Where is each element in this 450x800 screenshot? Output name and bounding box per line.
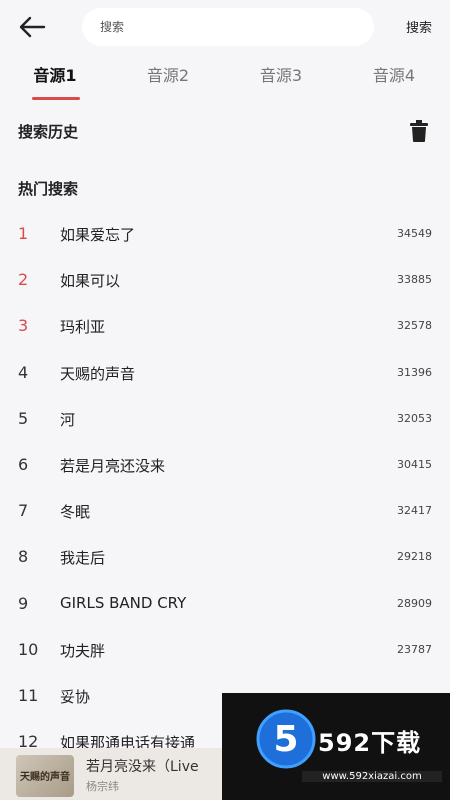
hot-search-list: 1 如果爱忘了 34549 2 如果可以 33885 3 玛利亚 32578 4… bbox=[0, 212, 450, 766]
watermark-title: 592下载 bbox=[318, 729, 422, 757]
rank-number: 6 bbox=[18, 454, 29, 474]
search-count: 30415 bbox=[397, 457, 432, 471]
tab-source-4[interactable]: 音源4 bbox=[349, 64, 439, 88]
search-count: 28909 bbox=[397, 596, 432, 610]
list-item[interactable]: 7 冬眠 32417 bbox=[0, 489, 450, 535]
list-item[interactable]: 6 若是月亮还没来 30415 bbox=[0, 443, 450, 489]
hot-search-title: 热门搜索 bbox=[18, 180, 79, 198]
search-count: 32417 bbox=[397, 504, 432, 518]
song-title: 如果可以 bbox=[60, 272, 121, 291]
source-tabs: 音源1 音源2 音源3 音源4 bbox=[0, 64, 450, 104]
tab-source-1[interactable]: 音源1 bbox=[10, 64, 100, 88]
list-item[interactable]: 9 GIRLS BAND CRY 28909 bbox=[0, 582, 450, 628]
list-item[interactable]: 1 如果爱忘了 34549 bbox=[0, 212, 450, 258]
list-item[interactable]: 4 天赐的声音 31396 bbox=[0, 351, 450, 397]
tab-source-2[interactable]: 音源2 bbox=[123, 64, 213, 88]
song-title: 功夫胖 bbox=[60, 641, 106, 660]
search-box[interactable] bbox=[82, 8, 374, 46]
search-history-title: 搜索历史 bbox=[18, 123, 79, 141]
search-count: 23787 bbox=[397, 642, 432, 656]
search-count: 33885 bbox=[397, 273, 432, 287]
search-count: 29218 bbox=[397, 550, 432, 564]
search-count: 34549 bbox=[397, 227, 432, 240]
now-playing-title: 若月亮没来（Live bbox=[86, 759, 199, 775]
list-item[interactable]: 2 如果可以 33885 bbox=[0, 258, 450, 304]
watermark-url: www.592xiazai.com bbox=[302, 771, 442, 782]
song-title: 我走后 bbox=[60, 549, 106, 568]
search-count: 31396 bbox=[397, 365, 432, 379]
album-cover-text: 天赐的声音 bbox=[20, 772, 70, 783]
list-item[interactable]: 10 功夫胖 23787 bbox=[0, 628, 450, 674]
top-bar: 搜索 bbox=[0, 0, 450, 56]
rank-number: 11 bbox=[18, 685, 39, 705]
list-item[interactable]: 3 玛利亚 32578 bbox=[0, 304, 450, 350]
search-count: 32578 bbox=[397, 319, 432, 333]
watermark-logo-icon: 5 bbox=[256, 709, 316, 769]
song-title: 天赐的声音 bbox=[60, 364, 136, 383]
rank-number: 3 bbox=[18, 316, 29, 336]
song-title: 河 bbox=[60, 410, 76, 429]
svg-text:5: 5 bbox=[273, 719, 298, 760]
rank-number: 8 bbox=[18, 547, 29, 567]
search-button[interactable]: 搜索 bbox=[406, 17, 432, 36]
now-playing-artist: 杨宗纬 bbox=[86, 780, 119, 793]
rank-number: 2 bbox=[18, 270, 29, 290]
active-tab-indicator bbox=[32, 97, 80, 100]
site-watermark: 5 592下载 www.592xiazai.com bbox=[222, 693, 450, 800]
list-item[interactable]: 5 河 32053 bbox=[0, 397, 450, 443]
back-arrow-icon[interactable] bbox=[18, 14, 46, 40]
song-title: 玛利亚 bbox=[60, 318, 106, 337]
song-title: 冬眠 bbox=[60, 503, 91, 522]
song-title: 妥协 bbox=[60, 687, 91, 706]
rank-number: 4 bbox=[18, 362, 29, 382]
rank-number: 7 bbox=[18, 501, 29, 521]
song-title: 如果爱忘了 bbox=[60, 226, 136, 244]
search-count: 32053 bbox=[397, 411, 432, 425]
list-item[interactable]: 8 我走后 29218 bbox=[0, 535, 450, 581]
song-title: 若是月亮还没来 bbox=[60, 456, 166, 475]
rank-number: 5 bbox=[18, 408, 29, 428]
trash-icon[interactable] bbox=[410, 120, 428, 142]
rank-number: 10 bbox=[18, 639, 39, 659]
tab-source-3[interactable]: 音源3 bbox=[236, 64, 326, 88]
rank-number: 9 bbox=[18, 593, 29, 613]
album-cover[interactable]: 天赐的声音 bbox=[16, 755, 74, 797]
search-input[interactable] bbox=[82, 8, 374, 46]
rank-number: 1 bbox=[18, 224, 29, 243]
song-title: GIRLS BAND CRY bbox=[60, 593, 187, 612]
